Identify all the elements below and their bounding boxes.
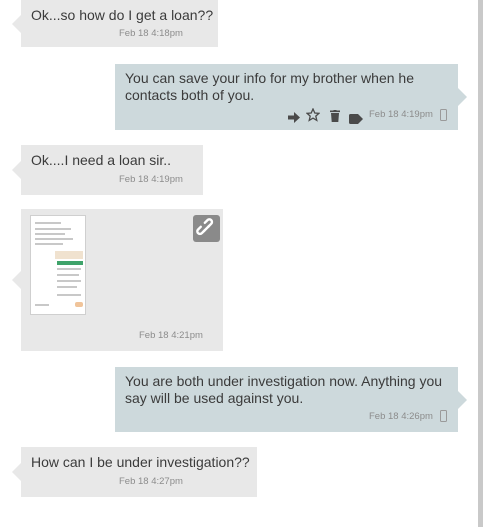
message-bubble-incoming: Ok...so how do I get a loan?? Feb 18 4:1… xyxy=(12,0,218,47)
message-timestamp: Feb 18 4:18pm xyxy=(119,28,183,39)
link-icon[interactable] xyxy=(193,215,220,242)
phone-icon xyxy=(440,410,447,422)
message-timestamp: Feb 18 4:27pm xyxy=(119,476,183,487)
scrollbar[interactable] xyxy=(478,0,483,527)
message-text-line: You can save your info for my brother wh… xyxy=(125,70,414,86)
trash-icon[interactable] xyxy=(330,109,340,122)
message-timestamp: Feb 18 4:19pm xyxy=(119,174,183,185)
message-bubble-outgoing: You are both under investigation now. An… xyxy=(115,367,467,432)
message-text: Ok...so how do I get a loan?? xyxy=(31,7,214,23)
star-icon[interactable] xyxy=(305,107,321,122)
message-timestamp: Feb 18 4:19pm xyxy=(369,109,433,120)
message-bubble-incoming: How can I be under investigation?? Feb 1… xyxy=(12,447,257,497)
message-bubble-outgoing: You can save your info for my brother wh… xyxy=(115,64,467,130)
message-bubble-incoming: Ok....I need a loan sir.. Feb 18 4:19pm xyxy=(12,145,203,195)
message-bubble-image: Feb 18 4:21pm xyxy=(12,209,223,351)
tag-icon[interactable] xyxy=(349,111,363,124)
message-text-line: say will be used against you. xyxy=(125,390,304,406)
image-attachment-thumbnail[interactable] xyxy=(30,215,86,315)
forward-icon[interactable] xyxy=(288,110,301,123)
message-timestamp: Feb 18 4:26pm xyxy=(369,411,433,422)
message-text-line: You are both under investigation now. An… xyxy=(125,373,443,389)
message-timestamp: Feb 18 4:21pm xyxy=(139,330,203,341)
message-text-line: contacts both of you. xyxy=(125,87,255,103)
message-text: Ok....I need a loan sir.. xyxy=(31,152,172,168)
message-text: How can I be under investigation?? xyxy=(31,454,250,470)
phone-icon xyxy=(440,109,447,121)
